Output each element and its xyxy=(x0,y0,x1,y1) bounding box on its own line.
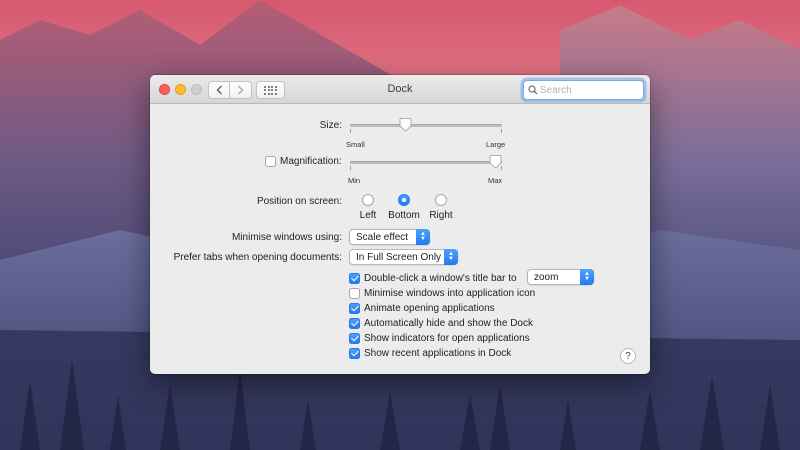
position-right-radio[interactable] xyxy=(435,194,447,206)
auto-hide-dock-checkbox[interactable] xyxy=(349,318,360,329)
help-button[interactable]: ? xyxy=(620,348,636,364)
minimise-using-label: Minimise windows using: xyxy=(231,232,342,243)
animate-opening-checkbox[interactable] xyxy=(349,303,360,314)
position-left-radio[interactable] xyxy=(362,194,374,206)
dock-preferences-window: Dock Size: Small Large Magnification: xyxy=(150,75,650,374)
show-indicators-checkbox[interactable] xyxy=(349,333,360,344)
double-click-action-popup[interactable]: zoom ▲ ▼ xyxy=(527,269,594,285)
magnification-max-label: Max xyxy=(488,176,503,185)
magnification-slider[interactable] xyxy=(350,153,502,173)
magnification-slider-track xyxy=(350,161,502,164)
search-field[interactable] xyxy=(523,80,644,100)
position-right-label: Right xyxy=(429,210,453,221)
size-min-label: Small xyxy=(346,140,365,149)
position-bottom-radio[interactable] xyxy=(398,194,410,206)
popup-arrows-icon: ▲ ▼ xyxy=(416,229,430,245)
size-slider[interactable] xyxy=(350,116,502,136)
size-label: Size: xyxy=(319,120,342,131)
minimise-effect-popup[interactable]: Scale effect ▲ ▼ xyxy=(349,229,430,245)
popup-arrows-icon: ▲ ▼ xyxy=(444,249,458,265)
prefer-tabs-value: In Full Screen Only xyxy=(356,251,442,263)
auto-hide-dock-label: Automatically hide and show the Dock xyxy=(364,318,533,329)
animate-opening-label: Animate opening applications xyxy=(364,303,495,314)
show-recent-apps-label: Show recent applications in Dock xyxy=(364,348,512,359)
slider-tick xyxy=(350,166,351,170)
magnification-label: Magnification: xyxy=(280,156,342,167)
double-click-title-bar-label: Double-click a window's title bar to xyxy=(364,273,517,284)
search-icon xyxy=(528,85,538,95)
double-click-action-value: zoom xyxy=(534,271,559,283)
minimise-into-icon-label: Minimise windows into application icon xyxy=(364,288,536,299)
magnification-checkbox[interactable] xyxy=(265,156,276,167)
show-indicators-label: Show indicators for open applications xyxy=(364,333,530,344)
size-max-label: Large xyxy=(486,140,506,149)
position-bottom-label: Bottom xyxy=(388,210,420,221)
position-left-label: Left xyxy=(359,210,377,221)
preferences-content: Size: Small Large Magnification: Min Max… xyxy=(150,104,650,374)
popup-arrows-icon: ▲ ▼ xyxy=(580,269,594,285)
prefer-tabs-popup[interactable]: In Full Screen Only ▲ ▼ xyxy=(349,249,458,265)
size-slider-track xyxy=(350,124,502,127)
magnification-slider-knob[interactable] xyxy=(489,155,502,169)
minimise-into-icon-checkbox[interactable] xyxy=(349,288,360,299)
slider-tick xyxy=(350,129,351,133)
double-click-title-bar-checkbox[interactable] xyxy=(349,273,360,284)
size-slider-knob[interactable] xyxy=(399,118,412,132)
slider-tick xyxy=(501,129,502,133)
title-bar: Dock xyxy=(150,75,650,104)
minimise-effect-value: Scale effect xyxy=(356,231,409,243)
show-recent-apps-checkbox[interactable] xyxy=(349,348,360,359)
search-input[interactable] xyxy=(540,84,640,96)
position-label: Position on screen: xyxy=(256,196,342,207)
magnification-min-label: Min xyxy=(348,176,361,185)
prefer-tabs-label: Prefer tabs when opening documents: xyxy=(173,252,342,263)
